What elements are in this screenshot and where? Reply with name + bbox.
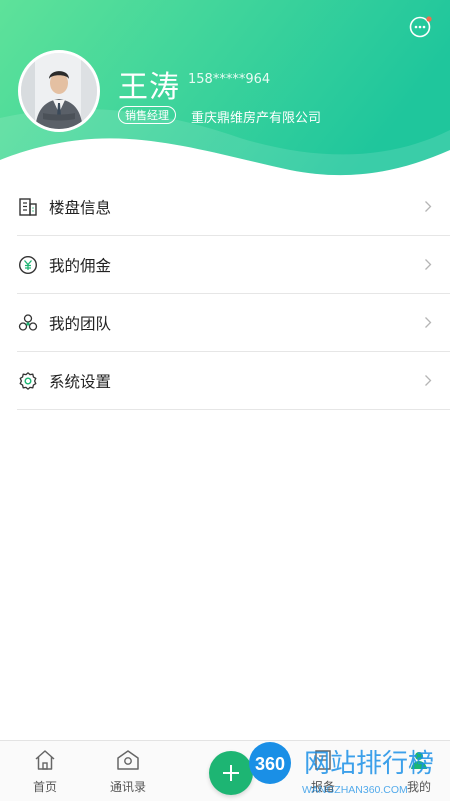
tab-home[interactable]: 首页 xyxy=(0,741,90,801)
menu-item-label: 我的佣金 xyxy=(49,256,112,275)
menu-item-label: 系统设置 xyxy=(49,372,112,391)
home-icon xyxy=(35,750,55,770)
user-name: 王涛 xyxy=(118,70,180,105)
chevron-right-icon xyxy=(425,259,432,270)
chevron-right-icon xyxy=(425,201,432,212)
team-icon xyxy=(18,313,38,331)
report-icon xyxy=(315,750,331,770)
chevron-right-icon xyxy=(425,375,432,386)
menu-item-my-commission[interactable]: 我的佣金 xyxy=(17,236,450,294)
tab-label: 首页 xyxy=(32,780,57,794)
avatar-photo xyxy=(21,53,97,129)
user-phone: 158*****964 xyxy=(188,72,271,87)
message-icon[interactable] xyxy=(408,14,434,40)
yen-icon xyxy=(18,255,38,274)
profile-icon xyxy=(411,752,427,769)
tab-label: 报备 xyxy=(310,780,335,794)
tab-label: 我的 xyxy=(406,780,431,794)
gear-icon xyxy=(19,371,37,390)
contacts-icon xyxy=(117,750,139,770)
plus-icon xyxy=(223,765,239,781)
menu-item-label: 我的团队 xyxy=(49,314,112,333)
tab-mine[interactable]: 我的 xyxy=(374,741,450,801)
profile-header: 王涛 158*****964 销售经理 重庆鼎维房产有限公司 xyxy=(0,0,450,185)
menu-list: 楼盘信息 我的佣金 我的团队 系统设置 xyxy=(17,178,450,410)
menu-item-system-settings[interactable]: 系统设置 xyxy=(17,352,450,410)
tab-contacts[interactable]: 通讯录 xyxy=(83,741,173,801)
menu-item-my-team[interactable]: 我的团队 xyxy=(17,294,450,352)
tab-label: 通讯录 xyxy=(109,780,146,794)
tab-report[interactable]: 报备 xyxy=(278,741,368,801)
add-button[interactable] xyxy=(209,751,253,795)
role-badge: 销售经理 xyxy=(118,106,176,124)
avatar[interactable] xyxy=(18,50,100,132)
menu-item-property-info[interactable]: 楼盘信息 xyxy=(17,178,450,236)
menu-item-label: 楼盘信息 xyxy=(49,198,112,217)
company-name: 重庆鼎维房产有限公司 xyxy=(191,111,322,126)
chevron-right-icon xyxy=(425,317,432,328)
building-icon xyxy=(19,197,37,216)
